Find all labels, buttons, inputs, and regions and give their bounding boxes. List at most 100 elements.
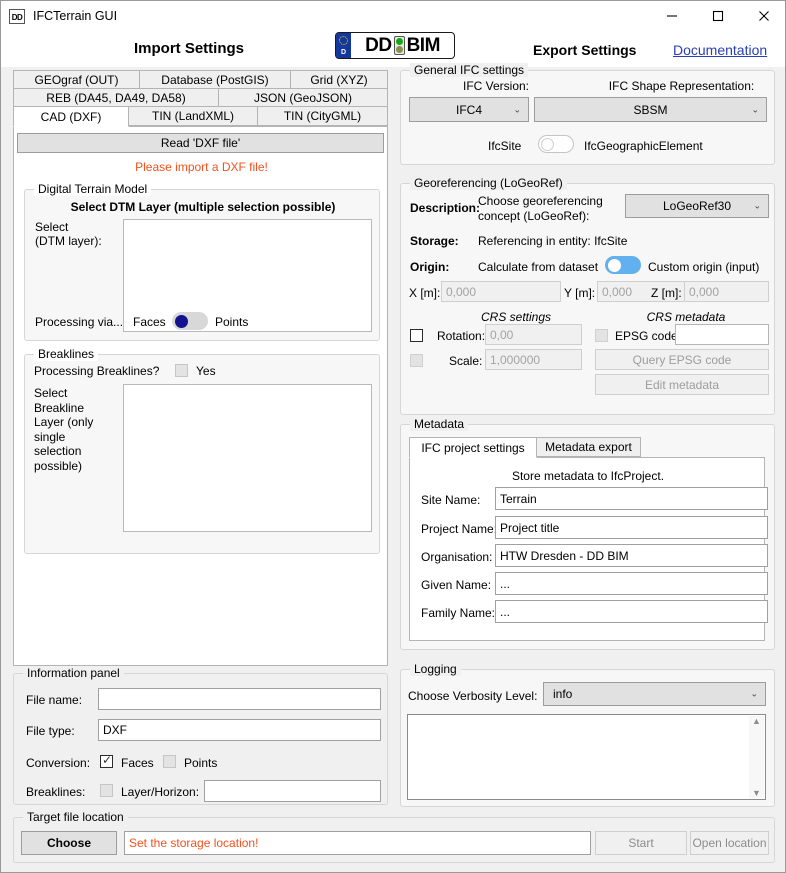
georeferencing-title: Georeferencing (LoGeoRef): [410, 176, 567, 190]
read-dxf-file-button[interactable]: Read 'DXF file': [17, 133, 384, 153]
title-bar: DD IFCTerrain GUI: [1, 1, 785, 31]
chevron-down-icon: ⌄: [753, 200, 761, 211]
z-coord-label: Z [m]:: [651, 286, 682, 300]
open-location-button[interactable]: Open location: [690, 831, 769, 855]
ifc-shape-rep-label: IFC Shape Representation:: [608, 79, 755, 93]
family-name-field[interactable]: ...: [495, 600, 768, 623]
site-name-label: Site Name:: [421, 493, 481, 507]
ifc-shape-rep-select[interactable]: SBSM ⌄: [534, 97, 767, 122]
epsg-checkbox[interactable]: [595, 329, 608, 342]
epsg-field[interactable]: [675, 324, 769, 345]
scroll-up-icon[interactable]: ▲: [752, 716, 761, 726]
file-type-field[interactable]: DXF: [98, 719, 381, 741]
conversion-label: Conversion:: [26, 756, 91, 770]
given-name-label: Given Name:: [421, 578, 492, 592]
import-tab-panel: Read 'DXF file' Please import a DXF file…: [13, 126, 388, 666]
scale-checkbox[interactable]: [410, 354, 423, 367]
breaklines-group-title: Breaklines: [34, 347, 99, 361]
eu-stars-icon: [339, 36, 348, 45]
breaklines-group: Breaklines Processing Breaklines? Yes Se…: [24, 347, 380, 554]
dtm-toggle-right-label: Points: [215, 315, 249, 329]
tab-ifc-project-settings[interactable]: IFC project settings: [409, 437, 537, 458]
verbosity-select[interactable]: info ⌄: [543, 682, 766, 706]
tab-tin-landxml[interactable]: TIN (LandXML): [128, 106, 258, 126]
family-name-label: Family Name:: [421, 606, 496, 620]
conversion-points-checkbox[interactable]: [163, 755, 176, 768]
target-file-location-title: Target file location: [23, 810, 128, 824]
tab-metadata-export[interactable]: Metadata export: [536, 437, 641, 457]
conversion-faces-label: Faces: [121, 756, 154, 770]
conversion-faces-checkbox[interactable]: ✓: [100, 753, 113, 768]
tab-tin-citygml[interactable]: TIN (CityGML): [257, 106, 388, 126]
ifcsite-geographicelement-toggle[interactable]: [538, 135, 574, 153]
scroll-down-icon[interactable]: ▼: [752, 788, 761, 798]
dtm-group-title: Digital Terrain Model: [34, 182, 152, 196]
origin-left-label: Calculate from dataset: [478, 260, 599, 274]
dtm-select-label-line2: (DTM layer):: [35, 234, 102, 248]
minimize-icon[interactable]: [649, 1, 695, 31]
ifc-version-value: IFC4: [455, 102, 482, 117]
close-icon[interactable]: [741, 1, 785, 31]
georef-description-label: Description:: [410, 201, 481, 215]
metadata-group: Metadata IFC project settings Metadata e…: [400, 417, 775, 650]
rotation-checkbox[interactable]: [410, 329, 423, 342]
tab-geograf-out[interactable]: GEOgraf (OUT): [13, 70, 140, 89]
tab-grid-xyz[interactable]: Grid (XYZ): [290, 70, 388, 89]
choose-button[interactable]: Choose: [21, 831, 117, 855]
scale-field[interactable]: 1,000000: [485, 349, 582, 370]
breakline-layer-listbox[interactable]: [123, 384, 372, 532]
logo-wordmark: DD BIM: [351, 33, 454, 58]
edit-metadata-button[interactable]: Edit metadata: [595, 374, 769, 395]
ifc-version-select[interactable]: IFC4 ⌄: [409, 97, 529, 122]
organisation-field[interactable]: HTW Dresden - DD BIM: [495, 544, 768, 567]
tab-database-postgis[interactable]: Database (PostGIS): [139, 70, 291, 89]
ifcterrain-window: DD IFCTerrain GUI Import Settings Export…: [0, 0, 786, 873]
layer-horizon-label: Layer/Horizon:: [121, 785, 200, 799]
project-name-field[interactable]: Project title: [495, 516, 768, 539]
general-ifc-settings-group: General IFC settings IFC Version: IFC Sh…: [400, 63, 775, 165]
logeoref-select[interactable]: LoGeoRef30 ⌄: [625, 194, 769, 218]
georef-origin-label: Origin:: [410, 260, 450, 274]
rotation-field[interactable]: 0,00: [485, 324, 582, 345]
project-name-label: Project Name:: [421, 522, 498, 536]
z-coord-field[interactable]: 0,000: [684, 281, 769, 302]
layer-horizon-field[interactable]: [204, 780, 381, 802]
tab-json-geojson[interactable]: JSON (GeoJSON): [218, 88, 388, 107]
tab-cad-dxf[interactable]: CAD (DXF): [13, 106, 129, 127]
general-ifc-title: General IFC settings: [410, 63, 529, 77]
app-icon: DD: [9, 8, 25, 24]
verbosity-label: Choose Verbosity Level:: [408, 689, 538, 703]
given-name-field[interactable]: ...: [495, 572, 768, 595]
crs-metadata-heading: CRS metadata: [646, 310, 726, 324]
tab-reb[interactable]: REB (DA45, DA49, DA58): [13, 88, 219, 107]
faces-points-toggle[interactable]: [172, 312, 208, 330]
dtm-heading: Select DTM Layer (multiple selection pos…: [70, 200, 336, 214]
conversion-points-label: Points: [184, 756, 218, 770]
origin-mode-toggle[interactable]: [605, 256, 641, 274]
x-coord-field[interactable]: 0,000: [441, 281, 561, 302]
ifc-shape-rep-value: SBSM: [633, 102, 668, 117]
file-name-field[interactable]: [98, 688, 381, 710]
metadata-tab-panel: Store metadata to IfcProject. Site Name:…: [409, 457, 768, 641]
breaklines-info-checkbox[interactable]: [100, 784, 113, 797]
query-epsg-code-button[interactable]: Query EPSG code: [595, 349, 769, 370]
georeferencing-group: Georeferencing (LoGeoRef) Description: C…: [400, 176, 775, 415]
georef-description-line2: concept (LoGeoRef):: [478, 209, 590, 223]
target-path-field[interactable]: Set the storage location!: [124, 831, 591, 855]
georef-description-line1: Choose georeferencing: [478, 194, 603, 208]
logo-right-text: BIM: [406, 34, 441, 56]
window-controls: [649, 1, 785, 31]
site-name-field[interactable]: Terrain: [495, 487, 768, 510]
dtm-processing-label: Processing via...: [35, 315, 124, 329]
documentation-link[interactable]: Documentation: [673, 42, 767, 58]
maximize-icon[interactable]: [695, 1, 741, 31]
breaklines-info-label: Breaklines:: [26, 785, 86, 799]
breaklines-yes-checkbox[interactable]: [175, 364, 188, 377]
metadata-heading: Store metadata to IfcProject.: [511, 469, 665, 483]
ifc-version-label: IFC Version:: [462, 79, 530, 93]
start-button[interactable]: Start: [595, 831, 687, 855]
y-coord-label: Y [m]:: [564, 286, 596, 300]
file-type-label: File type:: [26, 724, 75, 738]
log-scrollbar[interactable]: ▲ ▼: [749, 716, 764, 798]
log-output-area[interactable]: ▲ ▼: [407, 714, 766, 800]
